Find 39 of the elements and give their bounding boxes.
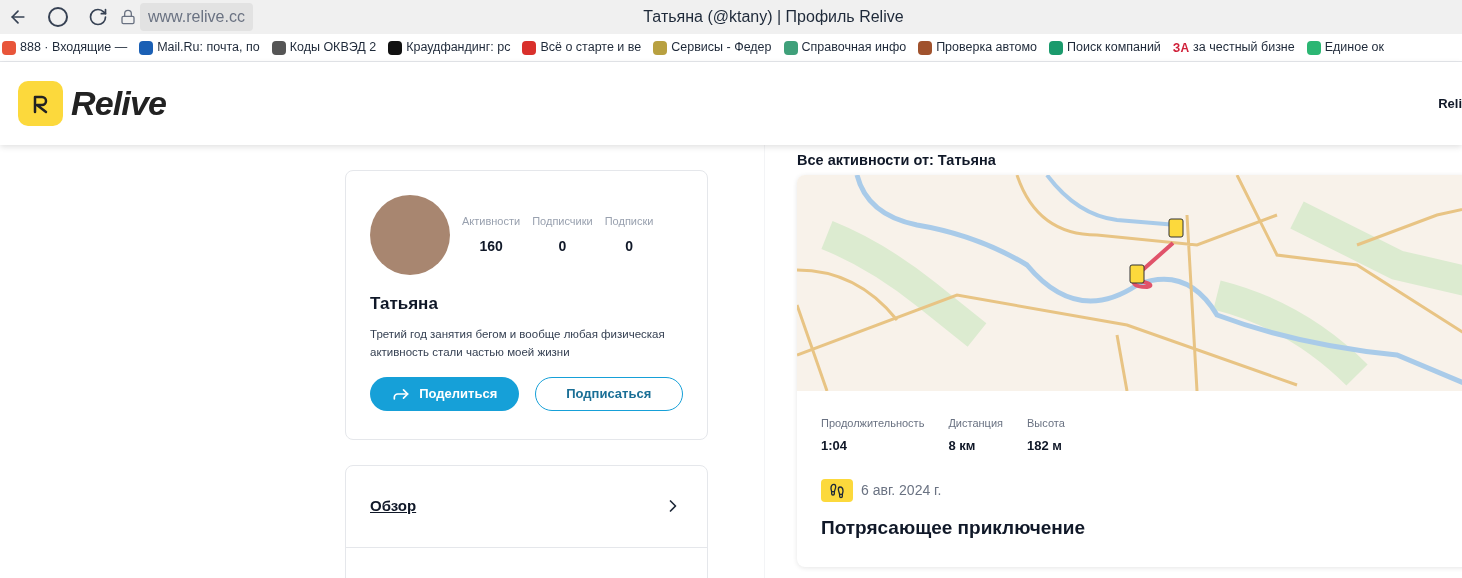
activity-stat-value: 1:04 <box>821 436 849 455</box>
bookmark[interactable]: Краудфандинг: рс <box>388 38 511 57</box>
activity-stat-value: 8 км <box>948 436 977 455</box>
bookmark[interactable]: Справочная инфо <box>783 38 907 57</box>
browser-logo-icon[interactable] <box>48 7 68 27</box>
lock-icon <box>120 9 136 25</box>
bookmark[interactable]: Поиск компаний <box>1049 38 1161 57</box>
bookmark[interactable]: Единое ок <box>1306 38 1385 57</box>
activity-stat-label: Дистанция <box>948 416 1003 431</box>
bookmark[interactable]: Коды ОКВЭД 2 <box>271 38 377 57</box>
feed-heading: Все активности от: Татьяна <box>797 152 996 168</box>
activity-card[interactable]: Продолжительность 1:04 Дистанция 8 км Высота 182 м 6 авг. 2024 г. Потрясающее приключение <box>797 175 1462 567</box>
bookmark[interactable]: 888 · Входящие — <box>2 38 128 57</box>
stat-label: Подписчики <box>532 214 593 230</box>
bookmark[interactable]: Проверка автомо <box>918 38 1037 57</box>
nav-link[interactable]: Reli <box>1438 93 1462 114</box>
activity-title: Потрясающее приключение <box>821 517 1085 538</box>
activity-stat-label: Высота <box>1027 416 1065 431</box>
page-title: Татьяна (@ktany) | Профиль Relive <box>643 8 904 25</box>
profile-bio: Третий год занятия бегом и вообще любая физическая активность стали частью моей жизни <box>370 326 666 360</box>
activity-stat-label: Продолжительность <box>821 416 925 431</box>
url-field[interactable]: www.relive.cc <box>140 3 253 31</box>
activity-date: 6 авг. 2024 г. <box>861 481 942 500</box>
stat-value: 0 <box>625 236 633 256</box>
brand-name[interactable]: Relive <box>71 78 167 129</box>
menu-item[interactable]: Обзор <box>346 465 707 548</box>
reload-icon[interactable] <box>88 7 108 27</box>
bookmark[interactable]: Всё о старте и ве <box>522 38 642 57</box>
stat-value: 160 <box>479 236 503 256</box>
bookmark[interactable]: Mail.Ru: почта, по <box>139 38 260 57</box>
bookmark-favicon: ЗА <box>1172 39 1190 57</box>
stat-value: 0 <box>558 236 567 256</box>
logo-icon[interactable] <box>18 81 63 126</box>
bookmark[interactable]: ЗА за честный бизне <box>1172 38 1295 57</box>
stat-label: Подписки <box>604 214 654 230</box>
activity-stat-value: 182 м <box>1027 436 1063 455</box>
stat-label: Активности <box>462 214 521 230</box>
bookmark[interactable]: Сервисы - Федер <box>653 38 772 57</box>
profile-name: Татьяна <box>370 294 438 313</box>
